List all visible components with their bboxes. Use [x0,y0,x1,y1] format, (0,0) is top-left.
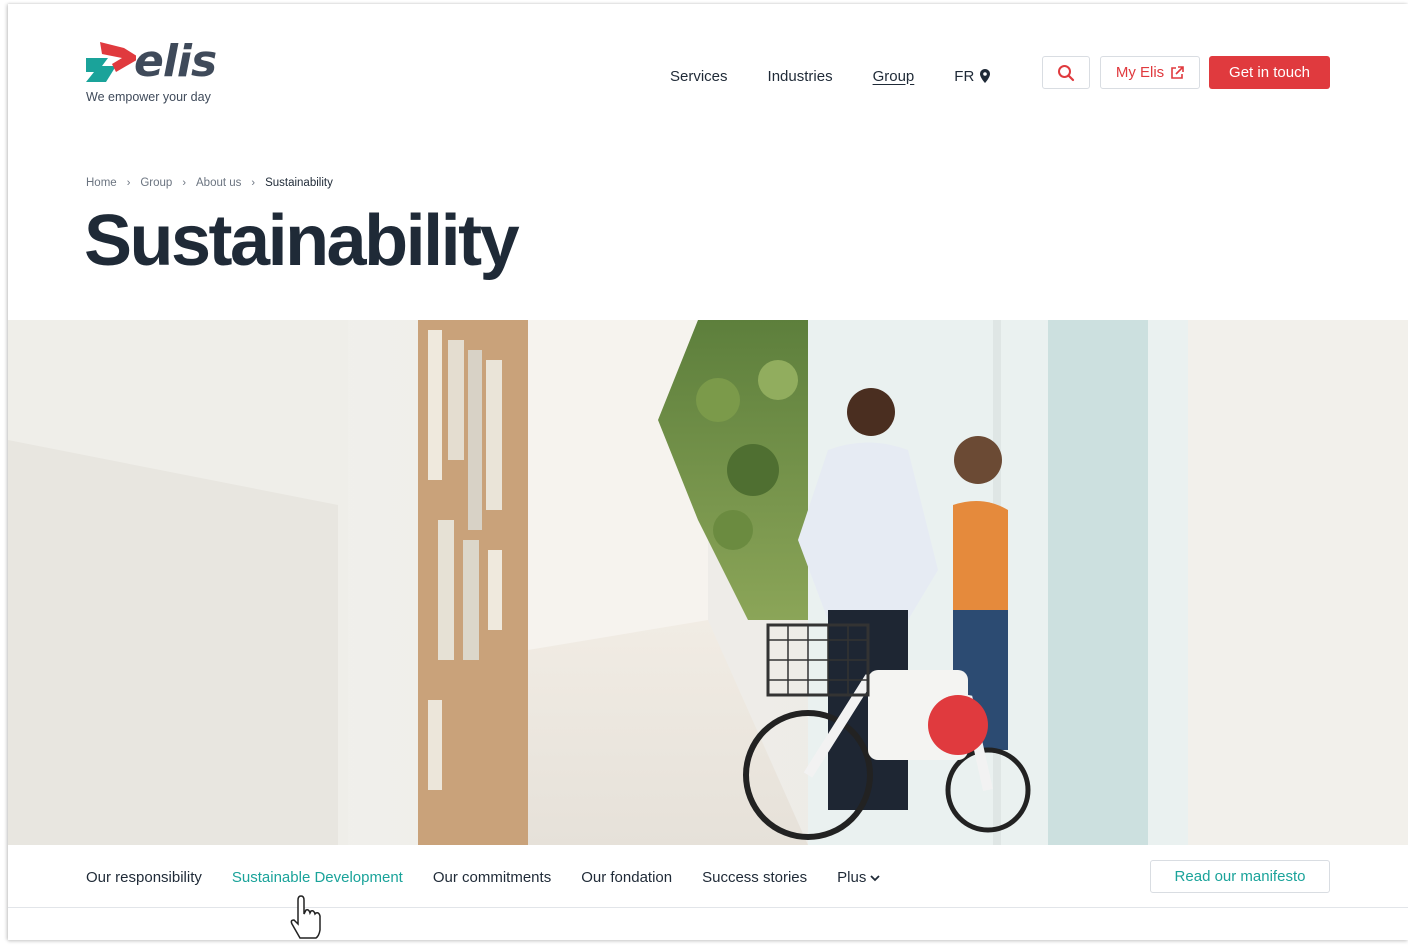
nav-industries[interactable]: Industries [768,68,833,85]
chevron-down-icon [870,874,880,881]
section-subnav: Our responsibility Sustainable Developme… [8,845,1408,908]
browser-page: elis We empower your day Services Indust… [8,4,1408,940]
my-elis-label: My Elis [1115,64,1165,81]
breadcrumb-group[interactable]: Group [140,177,172,189]
chevron-right-icon: › [182,177,186,189]
search-icon [1058,64,1075,81]
read-manifesto-button[interactable]: Read our manifesto [1150,860,1330,893]
hand-cursor-icon [290,895,321,939]
page-title: Sustainability [84,201,520,281]
subnav-plus-dropdown[interactable]: Plus [837,869,880,886]
location-pin-icon [980,69,991,83]
logo-tagline: We empower your day [86,90,211,104]
language-label: FR [954,67,975,85]
get-in-touch-button[interactable]: Get in touch [1209,56,1330,89]
subnav-sustainable-development[interactable]: Sustainable Development [232,869,403,886]
subnav-our-fondation[interactable]: Our fondation [581,869,672,886]
main-nav: Services Industries Group FR [670,64,991,88]
nav-services[interactable]: Services [670,68,728,85]
breadcrumb-home[interactable]: Home [86,177,117,189]
chevron-right-icon: › [251,177,256,189]
my-elis-button[interactable]: My Elis [1100,56,1200,89]
subnav-success-stories[interactable]: Success stories [702,869,807,886]
external-link-icon [1171,65,1184,79]
language-selector[interactable]: FR [954,67,991,85]
logo-wordmark: elis [134,36,217,87]
subnav-plus-label: Plus [837,869,867,886]
chevron-right-icon: › [126,177,131,189]
breadcrumb-about-us[interactable]: About us [196,177,241,189]
nav-group[interactable]: Group [873,68,915,85]
subnav-our-responsibility[interactable]: Our responsibility [86,869,202,886]
elis-logo-mark-icon [86,42,136,82]
breadcrumb-current: Sustainability [265,177,333,189]
hero-image [8,320,1408,845]
search-button[interactable] [1042,56,1090,89]
breadcrumb: Home › Group › About us › Sustainability [86,177,333,189]
subnav-our-commitments[interactable]: Our commitments [433,869,551,886]
elis-logo[interactable]: elis We empower your day [86,36,226,106]
